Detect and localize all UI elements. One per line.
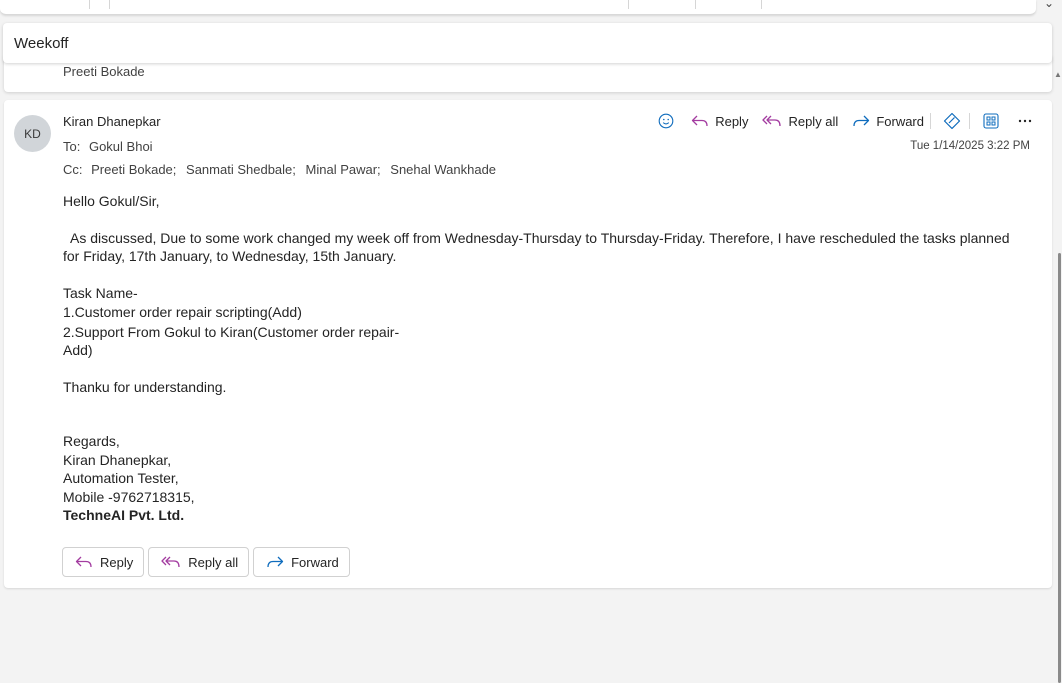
- signature-mobile: Mobile -9762718315,: [63, 488, 195, 505]
- scrollbar-thumb[interactable]: [1058, 253, 1061, 683]
- task-item: Add): [63, 342, 93, 358]
- to-line: To: Gokul Bhoi: [63, 139, 153, 154]
- toolbar-divider: [761, 0, 762, 9]
- reply-arrow-icon: [692, 115, 708, 127]
- cc-recipient[interactable]: Sanmati Shedbale;: [186, 162, 296, 177]
- reply-all-label: Reply all: [788, 113, 839, 129]
- reply-all-button[interactable]: Reply all: [762, 114, 838, 129]
- task-item: 1.Customer order repair scripting(Add): [63, 304, 302, 320]
- forward-arrow-icon: [267, 556, 284, 568]
- cc-recipient[interactable]: Preeti Bokade;: [91, 162, 176, 177]
- reply-label: Reply: [715, 113, 749, 129]
- apps-grid-icon[interactable]: [980, 110, 1002, 132]
- signature-company: TechneAI Pvt. Ltd.: [63, 507, 185, 523]
- reply-all-label: Reply all: [188, 554, 239, 570]
- avatar-initials: KD: [24, 126, 41, 141]
- forward-label: Forward: [291, 554, 339, 570]
- more-ellipsis-icon[interactable]: [1014, 110, 1036, 132]
- smiley-icon[interactable]: [655, 110, 677, 132]
- loop-icon[interactable]: [941, 110, 963, 132]
- message-card: KD Kiran Dhanepkar To: Gokul Bhoi Cc: Pr…: [4, 100, 1052, 588]
- scroll-up-icon[interactable]: ▲: [1054, 70, 1062, 80]
- reply-label: Reply: [100, 554, 134, 570]
- reply-all-icon: [762, 115, 782, 127]
- cc-recipient[interactable]: Minal Pawar;: [306, 162, 381, 177]
- signature-name: Kiran Dhanepkar,: [63, 451, 172, 468]
- bottom-forward-button[interactable]: Forward: [253, 547, 350, 577]
- email-subject: Weekoff: [14, 34, 69, 52]
- cc-line: Cc: Preeti Bokade; Sanmati Shedbale; Min…: [63, 162, 496, 177]
- task-header: Task Name-: [63, 284, 138, 301]
- forward-arrow-icon: [853, 115, 870, 127]
- bottom-reply-button[interactable]: Reply: [62, 547, 145, 577]
- cc-label: Cc:: [63, 162, 83, 177]
- body-paragraph: for Friday, 17th January, to Wednesday, …: [63, 248, 397, 264]
- toolbar-segment: [0, 0, 90, 9]
- sender-name[interactable]: Kiran Dhanepkar: [63, 114, 161, 129]
- bottom-actions: Reply Reply all Forward: [62, 547, 354, 577]
- top-toolbar-remnant: [0, 0, 1036, 15]
- message-body: Hello Gokul/Sir, As discussed, Due to so…: [63, 192, 1033, 525]
- chevron-down-icon[interactable]: ⌄: [1042, 0, 1056, 10]
- to-recipient[interactable]: Gokul Bhoi: [89, 139, 153, 154]
- body-thanks: Thanku for understanding.: [63, 378, 227, 395]
- toolbar-divider: [695, 0, 696, 9]
- reply-all-icon: [161, 556, 180, 568]
- signature-regards: Regards,: [63, 433, 120, 449]
- forward-button[interactable]: Forward: [852, 114, 924, 129]
- sent-date: Tue 1/14/2025 3:22 PM: [910, 140, 1030, 152]
- message-actions: Reply Reply all Forward: [645, 110, 1036, 132]
- toolbar-divider: [628, 0, 629, 9]
- signature-title: Automation Tester,: [63, 470, 179, 486]
- body-greeting: Hello Gokul/Sir,: [63, 193, 160, 209]
- forward-label: Forward: [876, 113, 924, 129]
- task-item: 2.Support From Gokul to Kiran(Customer o…: [63, 323, 400, 340]
- toolbar-divider: [969, 113, 970, 129]
- toolbar-divider: [930, 113, 931, 129]
- bottom-reply-all-button[interactable]: Reply all: [148, 547, 250, 577]
- cc-recipient[interactable]: Snehal Wankhade: [390, 162, 496, 177]
- toolbar-segment: [90, 0, 110, 9]
- avatar[interactable]: KD: [14, 115, 51, 152]
- collapsed-sender: Preeti Bokade: [63, 64, 145, 79]
- to-label: To:: [63, 139, 81, 154]
- reply-arrow-icon: [75, 556, 92, 568]
- body-paragraph: As discussed, Due to some work changed m…: [63, 229, 1010, 246]
- subject-bar: Weekoff: [3, 23, 1052, 63]
- reply-button[interactable]: Reply: [691, 114, 748, 129]
